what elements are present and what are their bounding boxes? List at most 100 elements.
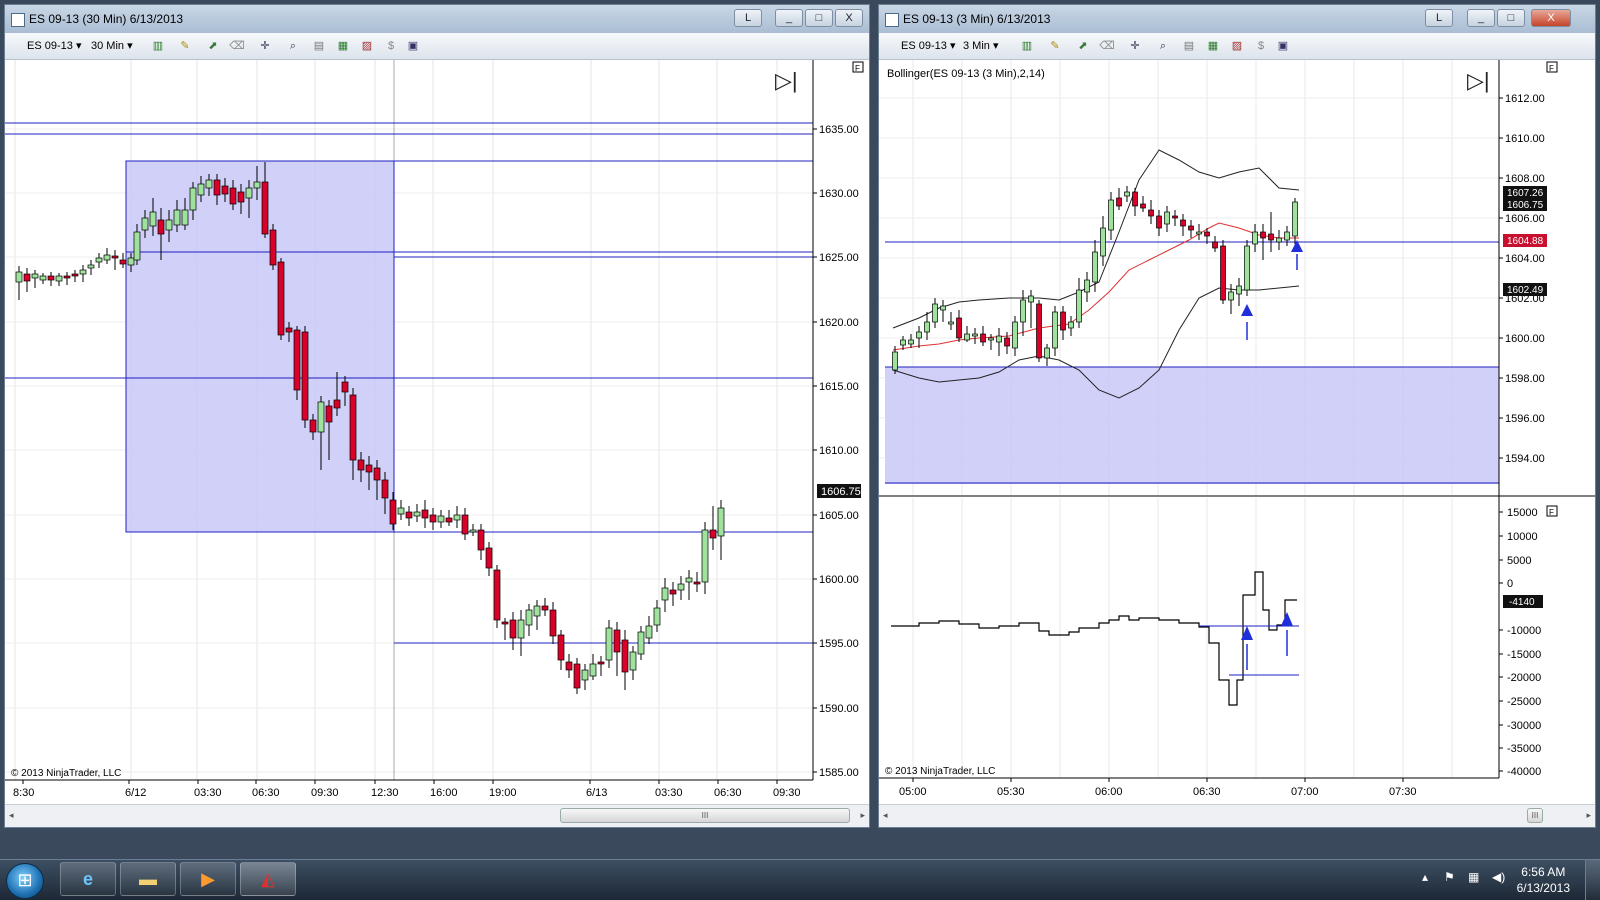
data-box-icon[interactable]: ▣ [1275, 39, 1291, 53]
maximize-button[interactable]: □ [1497, 9, 1525, 27]
eraser-icon[interactable]: ⌫ [229, 39, 245, 53]
left-price-label-4: 1615.00 [819, 381, 859, 393]
left-candle-77 [629, 651, 637, 671]
left-horizontal-scrollbar[interactable]: ◂ III ▸ [5, 804, 869, 827]
taskbar-media-player[interactable]: ▶ [180, 862, 236, 896]
instrument-selector[interactable]: ES 09-13 ▾ [27, 39, 81, 52]
maximize-button[interactable]: □ [805, 9, 833, 27]
right-price-chart[interactable]: Bollinger(ES 09-13 (3 Min),2,14) 1612.00 1… [879, 60, 1595, 806]
right-chart-window[interactable]: ES 09-13 (3 Min) 6/13/2013 L _ □ X ES 09… [878, 4, 1596, 828]
right-lower-label-0: 15000 [1507, 507, 1538, 519]
left-candle-80 [653, 607, 661, 626]
crosshair-icon[interactable]: ✛ [257, 39, 273, 53]
right-price-label-7: 1598.00 [1505, 373, 1545, 385]
taskbar-file-explorer[interactable]: ▬ [120, 862, 176, 896]
instrument-label: ES 09-13 [901, 40, 947, 52]
taskbar-ninjatrader[interactable]: ◭ [240, 862, 296, 896]
right-price-tag-label-2: 1604.88 [1507, 236, 1544, 247]
properties-icon[interactable]: ▤ [1181, 39, 1197, 53]
right-candle-48 [1276, 237, 1282, 243]
show-hidden-icons-icon[interactable]: ▴ [1422, 870, 1428, 884]
left-candle-0 [15, 271, 23, 283]
zoom-icon[interactable]: ⌕ [1155, 39, 1171, 53]
scroll-left-arrow-icon[interactable]: ◂ [883, 810, 888, 821]
chart-style-icon[interactable]: ▥ [1019, 39, 1035, 53]
instrument-selector[interactable]: ES 09-13 ▾ [901, 39, 955, 52]
left-candle-71 [581, 669, 589, 681]
interval-selector[interactable]: 3 Min ▾ [963, 39, 999, 52]
show-desktop-button[interactable] [1585, 860, 1600, 900]
action-center-flag-icon[interactable]: ⚑ [1444, 870, 1455, 884]
left-candle-4 [47, 275, 55, 281]
crosshair-icon[interactable]: ✛ [1127, 39, 1143, 53]
right-candle-46 [1260, 231, 1266, 239]
left-scroll-thumb[interactable]: III [560, 808, 850, 823]
strategies-icon[interactable]: ▨ [1229, 39, 1245, 53]
pencil-icon[interactable]: ✎ [1047, 39, 1063, 53]
close-button[interactable]: X [1531, 9, 1571, 27]
right-candle-32 [1148, 209, 1154, 217]
indicators-icon[interactable]: ▦ [335, 39, 351, 53]
right-candle-43 [1236, 285, 1242, 295]
strategies-icon[interactable]: ▨ [359, 39, 375, 53]
network-icon[interactable]: ▦ [1468, 870, 1479, 884]
right-scroll-thumb[interactable]: III [1527, 808, 1543, 823]
left-candle-15 [133, 231, 141, 261]
taskbar-clock[interactable]: 6:56 AM 6/13/2013 [1517, 864, 1570, 896]
windows-logo-icon: ⊞ [17, 870, 33, 890]
left-candle-7 [71, 273, 79, 277]
left-time-label-7: 19:00 [489, 787, 517, 799]
eraser-icon[interactable]: ⌫ [1099, 39, 1115, 53]
pencil-icon[interactable]: ✎ [177, 39, 193, 53]
left-candle-29 [245, 187, 253, 199]
left-candle-18 [157, 219, 165, 235]
left-window-titlebar[interactable]: ES 09-13 (30 Min) 6/13/2013 L _ □ X [5, 5, 869, 34]
minimize-button[interactable]: _ [775, 9, 803, 27]
left-time-label-2: 03:30 [194, 787, 222, 799]
left-candle-38 [317, 401, 325, 433]
left-candle-3 [39, 275, 47, 281]
link-button[interactable]: L [734, 9, 762, 27]
right-window-titlebar[interactable]: ES 09-13 (3 Min) 6/13/2013 L _ □ X [879, 5, 1595, 34]
chart-style-icon[interactable]: ▥ [150, 39, 166, 53]
interval-selector[interactable]: 30 Min ▾ [91, 39, 133, 52]
properties-icon[interactable]: ▤ [311, 39, 327, 53]
right-candle-0 [892, 351, 898, 371]
left-candle-47 [389, 499, 397, 525]
minimize-button[interactable]: _ [1467, 9, 1495, 27]
right-price-label-8: 1596.00 [1505, 413, 1545, 425]
scroll-left-arrow-icon[interactable]: ◂ [9, 810, 14, 821]
left-candle-40 [333, 399, 341, 409]
right-candle-23 [1076, 289, 1082, 323]
left-candle-48 [397, 507, 405, 515]
close-button[interactable]: X [835, 9, 863, 27]
dollar-icon[interactable]: $ [383, 39, 399, 53]
drawing-tool-icon[interactable]: ⬈ [205, 39, 221, 53]
start-button[interactable]: ⊞ [6, 863, 44, 899]
dollar-icon[interactable]: $ [1253, 39, 1269, 53]
taskbar-internet-explorer[interactable]: e [60, 862, 116, 896]
clock-time: 6:56 AM [1521, 865, 1566, 879]
zoom-icon[interactable]: ⌕ [285, 39, 301, 53]
data-box-icon[interactable]: ▣ [405, 39, 421, 53]
right-candle-37 [1188, 225, 1194, 231]
left-candle-84 [685, 577, 693, 583]
left-candle-36 [301, 331, 309, 421]
scroll-right-arrow-icon[interactable]: ▸ [1586, 810, 1591, 821]
interval-label: 30 Min [91, 40, 125, 52]
link-button[interactable]: L [1425, 9, 1453, 27]
scroll-right-arrow-icon[interactable]: ▸ [860, 810, 865, 821]
indicators-icon[interactable]: ▦ [1205, 39, 1221, 53]
right-candle-44 [1244, 245, 1250, 291]
right-candle-17 [1028, 295, 1034, 303]
right-horizontal-scrollbar[interactable]: ◂ III ▸ [879, 804, 1595, 827]
right-price-tag-label-3: 1602.49 [1507, 285, 1544, 296]
left-chart-window[interactable]: ES 09-13 (30 Min) 6/13/2013 L _ □ X ES 0… [4, 4, 870, 828]
left-price-chart[interactable]: 1635.00 1630.00 1625.00 1620.00 1615.00 1610.… [5, 60, 869, 806]
left-candle-2 [31, 273, 39, 279]
left-candle-25 [213, 179, 221, 196]
drawing-tool-icon[interactable]: ⬈ [1075, 39, 1091, 53]
chevron-down-icon: ▾ [992, 40, 999, 52]
volume-icon[interactable]: ◀) [1492, 870, 1505, 884]
left-candle-73 [597, 661, 605, 665]
